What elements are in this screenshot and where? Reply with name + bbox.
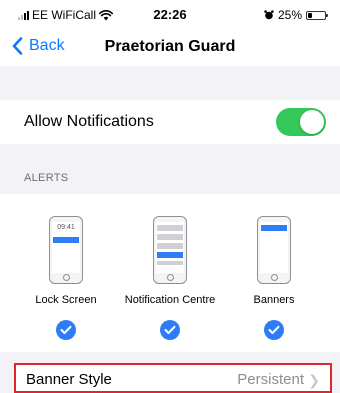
alarm-icon (264, 10, 274, 20)
alert-option-label: Notification Centre (124, 294, 216, 306)
alert-option-label: Lock Screen (35, 294, 97, 306)
navigation-bar: Back Praetorian Guard (0, 32, 340, 66)
battery-icon (306, 10, 328, 20)
alert-option-notification-centre[interactable]: Notification Centre (118, 194, 222, 352)
chevron-left-icon (12, 37, 23, 55)
back-label: Back (29, 37, 65, 54)
battery-percent: 25% (277, 8, 302, 22)
checkmark-icon[interactable] (160, 320, 180, 340)
lock-screen-preview-icon: 09:41 (49, 216, 83, 284)
alert-option-banners[interactable]: Banners (222, 194, 326, 352)
allow-notifications-label: Allow Notifications (24, 113, 154, 130)
toggle-knob (300, 110, 324, 134)
alert-option-label: Banners (253, 294, 295, 306)
allow-notifications-toggle[interactable] (276, 108, 326, 136)
checkmark-icon[interactable] (56, 320, 76, 340)
status-right: 25% (264, 8, 328, 22)
alerts-section-header: ALERTS (24, 172, 69, 184)
alerts-panel: 09:41 Lock Screen Notification Centre Ba… (0, 194, 340, 352)
banner-style-label: Banner Style (26, 371, 112, 388)
checkmark-icon[interactable] (264, 320, 284, 340)
allow-notifications-row: Allow Notifications (0, 100, 340, 144)
banners-preview-icon (257, 216, 291, 284)
notification-centre-preview-icon (153, 216, 187, 284)
alert-option-lock-screen[interactable]: 09:41 Lock Screen (14, 194, 118, 352)
lock-screen-preview-time: 09:41 (57, 224, 75, 231)
back-button[interactable]: Back (12, 37, 65, 55)
chevron-right-icon: ❯ (308, 372, 320, 388)
status-bar: EE WiFiCall 22:26 25% (0, 0, 340, 32)
battery-fill (308, 12, 312, 18)
banner-style-value: Persistent (237, 371, 304, 388)
